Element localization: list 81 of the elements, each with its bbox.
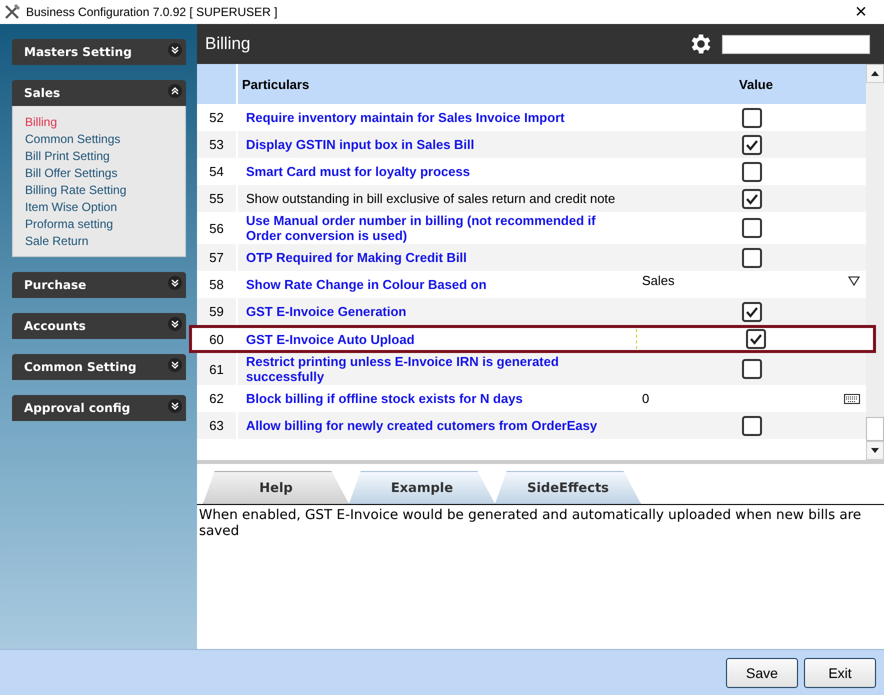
- setting-label: Use Manual order number in billing (not recommended if Order conversion is used): [245, 212, 597, 244]
- expand-icon: [168, 276, 182, 290]
- section-header[interactable]: Accounts: [12, 313, 186, 339]
- scrollbar[interactable]: [866, 64, 884, 460]
- scroll-down-icon[interactable]: [871, 448, 879, 453]
- row-number: 55: [209, 191, 224, 206]
- row-number: 58: [209, 277, 224, 292]
- row-number: 52: [209, 110, 224, 125]
- row-number: 59: [209, 304, 224, 319]
- menu-link[interactable]: Bill Offer Settings: [25, 165, 185, 182]
- setting-label: Smart Card must for loyalty process: [245, 163, 471, 180]
- menu-link[interactable]: Proforma setting: [25, 216, 185, 233]
- row-number: 57: [209, 250, 224, 265]
- checkbox[interactable]: [742, 218, 762, 238]
- checkbox[interactable]: [746, 329, 766, 349]
- dropdown-value[interactable]: Sales: [642, 273, 675, 288]
- search-field[interactable]: [722, 34, 870, 54]
- checkbox[interactable]: [742, 134, 762, 154]
- menu-link[interactable]: Bill Print Setting: [25, 148, 185, 165]
- number-value[interactable]: 0: [642, 391, 650, 406]
- row-number: 61: [209, 362, 224, 376]
- section-header[interactable]: Approval config: [12, 395, 186, 421]
- collapse-icon: [168, 84, 182, 98]
- checkbox[interactable]: [742, 302, 762, 322]
- table-row[interactable]: 63 Allow billing for newly created cutomers from OrderEasy: [197, 412, 866, 439]
- expand-icon: [168, 43, 182, 57]
- table-row[interactable]: 53 Display GSTIN input box in Sales Bill: [197, 131, 866, 158]
- menu-link[interactable]: Billing Rate Setting: [25, 182, 185, 199]
- row-number: 62: [209, 391, 224, 406]
- expand-icon: [168, 399, 182, 413]
- menu-link[interactable]: Common Settings: [25, 131, 185, 148]
- column-header: Value: [738, 76, 774, 94]
- setting-label: OTP Required for Making Credit Bill: [245, 249, 468, 266]
- section-header[interactable]: Masters Setting: [12, 39, 186, 65]
- setting-label: GST E-Invoice Generation: [245, 303, 408, 320]
- table-row[interactable]: 57 OTP Required for Making Credit Bill: [197, 244, 866, 271]
- row-number: 53: [209, 137, 224, 152]
- tab[interactable]: Help: [203, 471, 349, 504]
- menu-link[interactable]: Item Wise Option: [25, 199, 185, 216]
- menu-link[interactable]: Sale Return: [25, 233, 185, 250]
- section-header[interactable]: Sales: [12, 80, 186, 106]
- tab[interactable]: SideEffects: [495, 471, 641, 504]
- setting-label: Show outstanding in bill exclusive of sales return and credit note: [245, 190, 616, 207]
- setting-label: GST E-Invoice Auto Upload: [245, 330, 416, 348]
- row-number: 63: [209, 418, 224, 433]
- row-number: 60: [209, 332, 224, 346]
- section-header[interactable]: Common Setting: [12, 354, 186, 380]
- checkbox[interactable]: [742, 162, 762, 182]
- checkbox[interactable]: [742, 188, 762, 208]
- setting-label: Block billing if offline stock exists for N days: [245, 390, 524, 407]
- expand-icon: [168, 358, 182, 372]
- setting-label: Show Rate Change in Colour Based on: [245, 276, 488, 293]
- row-number: 56: [209, 220, 224, 236]
- tab[interactable]: Example: [349, 471, 495, 504]
- selected-row[interactable]: 60 GST E-Invoice Auto Upload: [189, 325, 876, 353]
- dialog-button[interactable]: Save: [726, 658, 798, 688]
- checkbox[interactable]: [742, 108, 762, 128]
- menu-link[interactable]: Billing: [25, 114, 185, 131]
- scroll-thumb[interactable]: [866, 417, 884, 441]
- setting-label: Allow billing for newly created cutomers from OrderEasy: [245, 417, 598, 434]
- page-title: Billing: [205, 34, 252, 54]
- dialog-button[interactable]: Exit: [804, 658, 876, 688]
- expand-icon: [168, 317, 182, 331]
- setting-label: Display GSTIN input box in Sales Bill: [245, 136, 476, 153]
- close-button[interactable]: ×: [838, 0, 884, 24]
- table-row[interactable]: 59 GST E-Invoice Generation: [197, 298, 866, 325]
- setting-label: Restrict printing unless E-Invoice IRN is generated successfully: [245, 353, 560, 385]
- setting-label: Require inventory maintain for Sales Invoice Import: [245, 109, 566, 126]
- row-number: 54: [209, 164, 224, 179]
- checkbox[interactable]: [742, 359, 762, 379]
- table-row[interactable]: 61 Restrict printing unless E-Invoice IRN is generated successfully: [197, 353, 866, 385]
- dropdown-arrow-icon[interactable]: [848, 276, 860, 286]
- scroll-up-icon[interactable]: [871, 71, 879, 76]
- window-title: Business Configuration 7.0.92 [ SUPERUSER ]: [26, 5, 278, 19]
- checkbox[interactable]: [742, 416, 762, 436]
- keyboard-icon[interactable]: [844, 394, 860, 404]
- checkbox[interactable]: [742, 248, 762, 268]
- section-header[interactable]: Purchase: [12, 272, 186, 298]
- table-row[interactable]: 55 Show outstanding in bill exclusive of sales return and credit note: [197, 185, 866, 212]
- help-text: When enabled, GST E-Invoice would be generated and automatically uploaded when new bills are saved: [199, 507, 862, 539]
- tools-icon: [4, 4, 20, 20]
